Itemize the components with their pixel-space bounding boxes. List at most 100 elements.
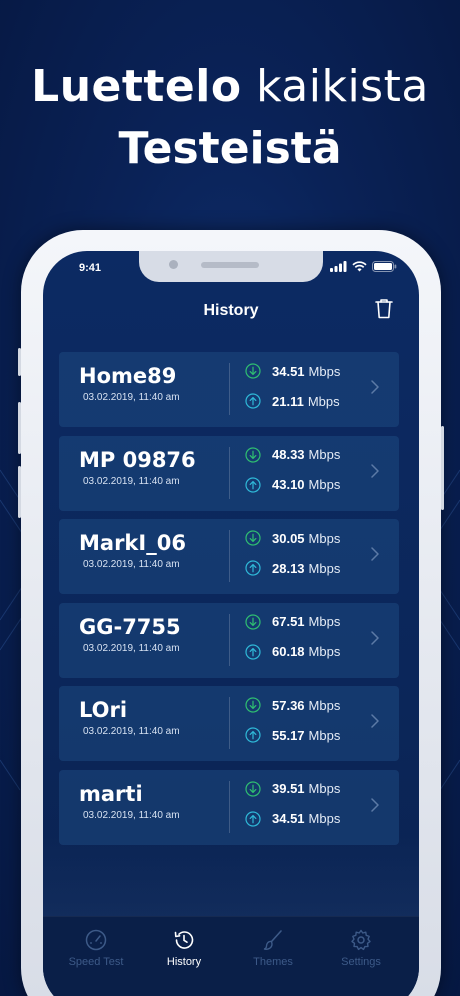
test-date: 03.02.2019, 11:40 am <box>83 809 180 821</box>
download-value: 30.05 <box>272 530 305 546</box>
upload-arrow-icon <box>245 560 261 576</box>
page-title: History <box>203 302 259 319</box>
download-unit: Mbps <box>308 363 341 379</box>
card-divider <box>229 697 230 750</box>
headline-line1: Luettelo kaikista <box>0 56 460 118</box>
download-arrow-icon <box>245 530 261 546</box>
upload-unit: Mbps <box>308 811 341 827</box>
test-date: 03.02.2019, 11:40 am <box>83 475 180 487</box>
test-date: 03.02.2019, 11:40 am <box>83 642 180 654</box>
download-unit: Mbps <box>308 781 341 797</box>
tab-history[interactable]: History <box>144 929 224 968</box>
download-value: 39.51 <box>272 781 305 797</box>
test-name: GG-7755 <box>79 614 181 639</box>
download-row: 39.51 Mbps <box>245 781 340 797</box>
download-unit: Mbps <box>308 697 341 713</box>
upload-row: 28.13 Mbps <box>245 560 340 576</box>
test-date: 03.02.2019, 11:40 am <box>83 559 180 571</box>
download-unit: Mbps <box>308 614 341 630</box>
test-name: LOri <box>79 698 128 723</box>
card-divider <box>229 446 230 499</box>
history-card[interactable]: marti 03.02.2019, 11:40 am 39.51 Mbps 34… <box>59 769 399 845</box>
download-arrow-icon <box>245 446 261 463</box>
upload-row: 60.18 Mbps <box>245 644 340 660</box>
card-divider <box>229 530 230 583</box>
brush-icon <box>263 930 282 950</box>
upload-row: 34.51 Mbps <box>245 811 340 827</box>
upload-arrow-icon <box>245 644 261 660</box>
tab-themes[interactable]: Themes <box>233 929 313 968</box>
upload-value: 60.18 <box>272 644 305 660</box>
camera-icon <box>169 260 178 269</box>
trash-icon[interactable] <box>375 298 393 324</box>
download-arrow-icon <box>245 363 261 379</box>
speaker-grille <box>201 262 259 268</box>
chevron-right-icon <box>371 631 379 645</box>
upload-row: 43.10 Mbps <box>245 476 341 493</box>
history-icon <box>174 931 194 949</box>
upload-unit: Mbps <box>308 727 341 743</box>
download-arrow-icon <box>245 781 261 797</box>
history-card[interactable]: Home89 03.02.2019, 11:40 am 34.51 Mbps 2… <box>59 352 399 427</box>
history-card[interactable]: MP 09876 03.02.2019, 11:40 am 48.33 Mbps… <box>59 435 399 511</box>
chevron-right-icon <box>371 547 379 561</box>
chevron-right-icon <box>371 714 379 729</box>
tab-speed-test[interactable]: Speed Test <box>56 929 136 968</box>
wifi-icon <box>352 261 367 272</box>
download-value: 57.36 <box>272 697 305 713</box>
upload-value: 43.10 <box>272 477 305 493</box>
download-arrow-icon <box>245 614 261 630</box>
test-name: MarkI_06 <box>79 531 186 556</box>
phone-screen: 9:41 History Home89 03.02.2019, 11:40 am… <box>43 251 419 996</box>
history-card[interactable]: LOri 03.02.2019, 11:40 am 57.36 Mbps 55.… <box>59 686 399 762</box>
upload-arrow-icon <box>245 811 261 827</box>
upload-unit: Mbps <box>308 560 341 576</box>
test-date: 03.02.2019, 11:40 am <box>83 726 180 738</box>
tab-label: Settings <box>341 956 381 968</box>
card-divider <box>229 613 230 666</box>
speedometer-icon <box>85 929 107 951</box>
download-value: 48.33 <box>272 447 305 463</box>
download-arrow-icon <box>245 697 261 713</box>
chevron-right-icon <box>371 463 379 478</box>
upload-row: 55.17 Mbps <box>245 727 340 743</box>
download-unit: Mbps <box>308 530 341 546</box>
download-row: 67.51 Mbps <box>245 614 340 630</box>
download-value: 67.51 <box>272 614 305 630</box>
download-row: 30.05 Mbps <box>245 530 340 546</box>
download-row: 48.33 Mbps <box>245 446 341 463</box>
download-row: 34.51 Mbps <box>245 363 340 379</box>
status-icons <box>330 261 397 272</box>
download-unit: Mbps <box>308 447 341 463</box>
card-divider <box>229 780 230 833</box>
upload-unit: Mbps <box>308 644 341 660</box>
upload-unit: Mbps <box>308 477 341 493</box>
headline-bold-word: Luettelo <box>31 61 242 112</box>
download-row: 57.36 Mbps <box>245 697 340 713</box>
tab-bar: Speed Test History Themes Settings <box>43 916 419 996</box>
history-list: Home89 03.02.2019, 11:40 am 34.51 Mbps 2… <box>59 352 399 854</box>
upload-row: 21.11 Mbps <box>245 393 340 409</box>
tab-settings[interactable]: Settings <box>321 929 401 968</box>
upload-value: 55.17 <box>272 727 305 743</box>
chevron-right-icon <box>371 380 379 394</box>
upload-arrow-icon <box>245 476 261 493</box>
upload-unit: Mbps <box>307 393 340 409</box>
promo-headline: Luettelo kaikista Testeistä <box>0 56 460 180</box>
battery-icon <box>372 261 397 272</box>
upload-arrow-icon <box>245 393 261 409</box>
history-card[interactable]: MarkI_06 03.02.2019, 11:40 am 30.05 Mbps… <box>59 519 399 595</box>
headline-regular-word: kaikista <box>256 61 429 112</box>
tab-label: Themes <box>253 956 293 968</box>
test-name: Home89 <box>79 364 177 388</box>
history-card[interactable]: GG-7755 03.02.2019, 11:40 am 67.51 Mbps … <box>59 602 399 678</box>
upload-value: 28.13 <box>272 560 305 576</box>
gear-icon <box>351 929 371 951</box>
tab-label: Speed Test <box>68 956 124 968</box>
signal-icon <box>330 261 347 272</box>
notch <box>139 251 323 282</box>
test-name: marti <box>79 781 143 806</box>
status-time: 9:41 <box>79 262 102 274</box>
headline-line2: Testeistä <box>118 123 342 174</box>
upload-value: 21.11 <box>272 393 304 409</box>
